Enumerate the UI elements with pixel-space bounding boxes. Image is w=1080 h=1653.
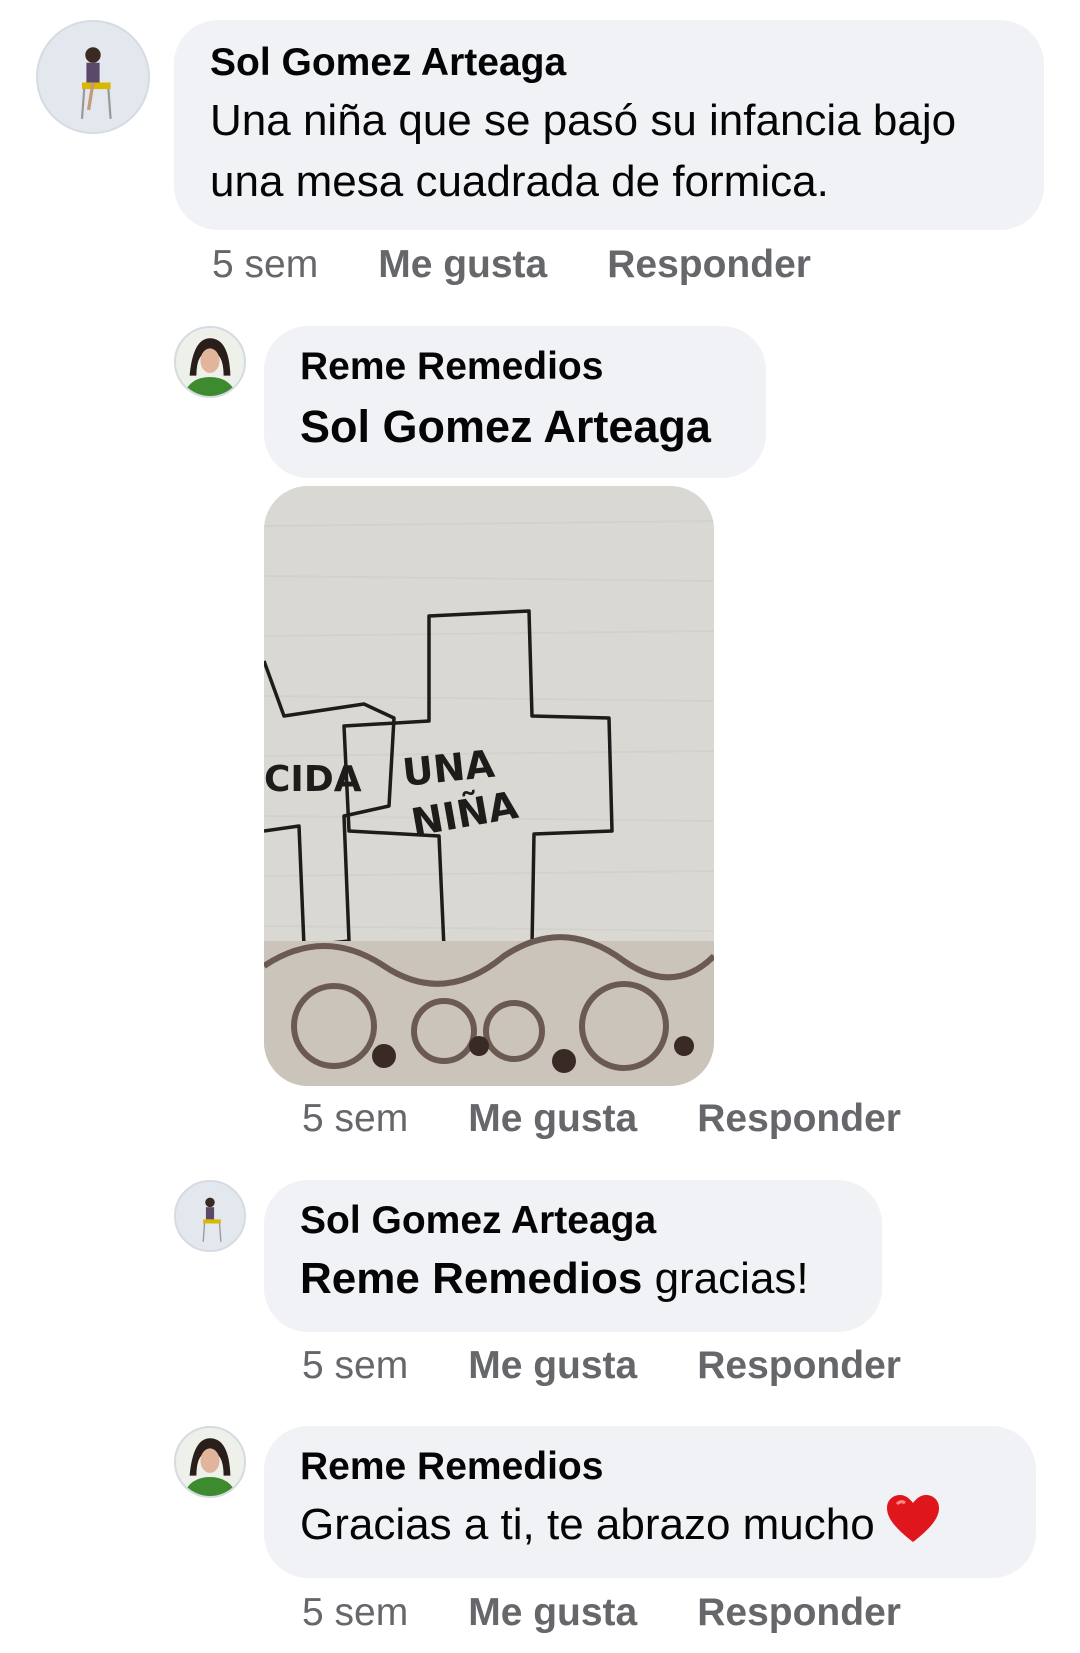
comment-actions: 5 sem Me gusta Responder bbox=[212, 242, 871, 288]
comment-bubble: Sol Gomez Arteaga Una niña que se pasó s… bbox=[174, 20, 1044, 230]
comment-author[interactable]: Sol Gomez Arteaga bbox=[300, 1198, 846, 1244]
like-button[interactable]: Me gusta bbox=[468, 1343, 637, 1389]
comment-bubble: Reme Remedios Sol Gomez Arteaga bbox=[264, 326, 766, 478]
comment-time[interactable]: 5 sem bbox=[302, 1096, 408, 1142]
like-button[interactable]: Me gusta bbox=[468, 1096, 637, 1142]
avatar-sol-gomez[interactable] bbox=[36, 20, 150, 134]
comment-time[interactable]: 5 sem bbox=[302, 1590, 408, 1636]
reply-button[interactable]: Responder bbox=[697, 1590, 901, 1636]
avatar-reme-remedios[interactable] bbox=[174, 1426, 246, 1498]
comment-time[interactable]: 5 sem bbox=[302, 1343, 408, 1389]
reply-button[interactable]: Responder bbox=[607, 242, 811, 288]
mention-link[interactable]: Reme Remedios bbox=[300, 1254, 642, 1303]
avatar-reme-remedios[interactable] bbox=[174, 326, 246, 398]
reply-button[interactable]: Responder bbox=[697, 1096, 901, 1142]
heart-icon bbox=[885, 1494, 941, 1560]
comment-bubble: Reme Remedios Gracias a ti, te abrazo mu… bbox=[264, 1426, 1036, 1578]
mention-link[interactable]: Sol Gomez Arteaga bbox=[300, 398, 730, 456]
reply-button[interactable]: Responder bbox=[697, 1343, 901, 1389]
profile-photo-icon bbox=[176, 328, 244, 396]
comment-text: Una niña que se pasó su infancia bajo un… bbox=[210, 96, 957, 206]
profile-photo-icon bbox=[38, 22, 148, 132]
profile-photo-icon bbox=[176, 1182, 244, 1250]
comment-text: Reme Remedios gracias! bbox=[300, 1248, 846, 1309]
comment-bubble: Sol Gomez Arteaga Reme Remedios gracias! bbox=[264, 1180, 882, 1332]
comment-author[interactable]: Sol Gomez Arteaga bbox=[210, 40, 1008, 86]
comment-body: Gracias a ti, te abrazo mucho bbox=[300, 1500, 875, 1549]
comment-author[interactable]: Reme Remedios bbox=[300, 344, 730, 390]
drawing-photo: UNA NIÑA CIDA bbox=[264, 486, 714, 1086]
avatar-sol-gomez[interactable] bbox=[174, 1180, 246, 1252]
photo-attachment[interactable]: UNA NIÑA CIDA bbox=[264, 486, 714, 1086]
like-button[interactable]: Me gusta bbox=[468, 1590, 637, 1636]
comment-body: gracias! bbox=[642, 1254, 809, 1303]
comment-author[interactable]: Reme Remedios bbox=[300, 1444, 1000, 1490]
like-button[interactable]: Me gusta bbox=[378, 242, 547, 288]
comment-text: Gracias a ti, te abrazo mucho bbox=[300, 1494, 1000, 1560]
profile-photo-icon bbox=[176, 1428, 244, 1496]
comment-actions: 5 sem Me gusta Responder bbox=[302, 1343, 961, 1389]
comment-actions: 5 sem Me gusta Responder bbox=[302, 1096, 961, 1142]
comment-time[interactable]: 5 sem bbox=[212, 242, 318, 288]
svg-text:CIDA: CIDA bbox=[264, 759, 362, 800]
comment-actions: 5 sem Me gusta Responder bbox=[302, 1590, 961, 1636]
